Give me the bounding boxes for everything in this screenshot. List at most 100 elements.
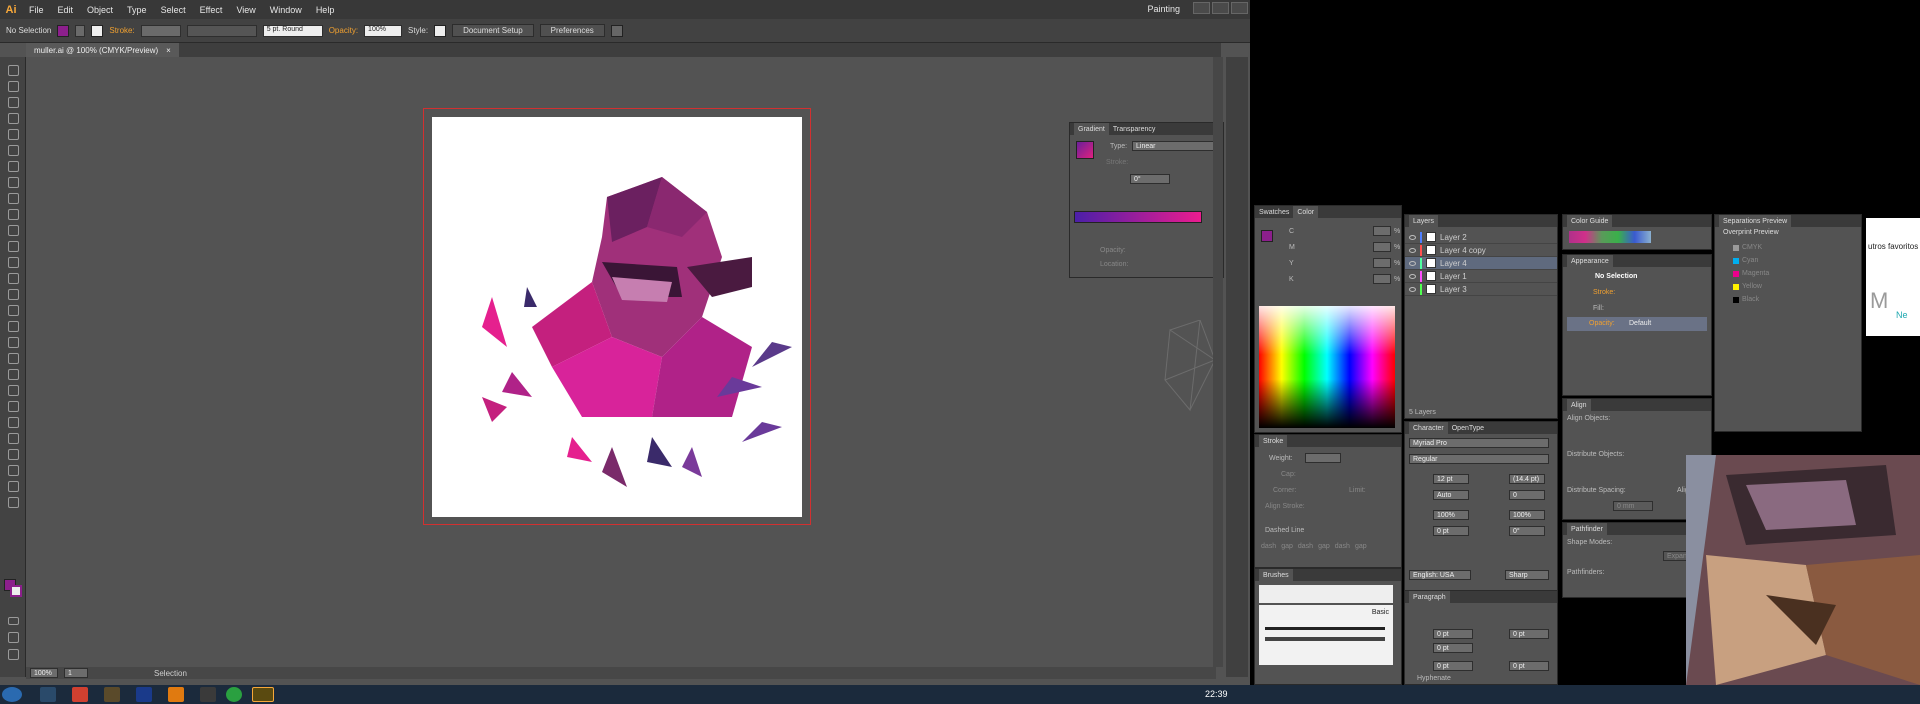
ink-row[interactable]: Black bbox=[1719, 293, 1857, 306]
ink-row[interactable]: Cyan bbox=[1719, 254, 1857, 267]
menu-help[interactable]: Help bbox=[309, 5, 342, 15]
workspace-switcher[interactable]: Painting bbox=[1147, 4, 1180, 14]
color-mode-icon[interactable] bbox=[8, 617, 19, 625]
menu-edit[interactable]: Edit bbox=[51, 5, 81, 15]
layer-row[interactable]: Layer 1 bbox=[1405, 270, 1557, 283]
lasso-tool-icon[interactable] bbox=[8, 113, 19, 124]
brushes-panel-title[interactable]: Brushes bbox=[1259, 569, 1293, 581]
restore-button[interactable] bbox=[1212, 2, 1229, 14]
style-swatch[interactable] bbox=[434, 24, 447, 37]
menu-window[interactable]: Window bbox=[263, 5, 309, 15]
tracking-field[interactable]: 0 bbox=[1509, 490, 1545, 500]
arrange-icon[interactable] bbox=[610, 24, 623, 37]
font-size-field[interactable]: 12 pt bbox=[1433, 474, 1469, 484]
space-before-field[interactable]: 0 pt bbox=[1433, 661, 1473, 671]
line-tool-icon[interactable] bbox=[8, 161, 19, 172]
color-fill-swatch[interactable] bbox=[1261, 230, 1273, 242]
fill-dropdown[interactable] bbox=[75, 24, 86, 37]
align-title[interactable]: Align bbox=[1567, 399, 1591, 411]
ink-row[interactable]: CMYK bbox=[1719, 241, 1857, 254]
scale-tool-icon[interactable] bbox=[8, 273, 19, 284]
blend-tool-icon[interactable] bbox=[8, 401, 19, 412]
document-tab[interactable]: muller.ai @ 100% (CMYK/Preview) × bbox=[26, 43, 179, 57]
stroke-label[interactable]: Stroke: bbox=[109, 26, 134, 35]
baseline-shift-field[interactable]: 0 pt bbox=[1433, 526, 1469, 536]
left-indent-field[interactable]: 0 pt bbox=[1433, 629, 1473, 639]
paintbrush-tool-icon[interactable] bbox=[8, 193, 19, 204]
zoom-tool-icon[interactable] bbox=[8, 497, 19, 508]
tab-character[interactable]: Character bbox=[1409, 422, 1448, 434]
type-tool-icon[interactable] bbox=[8, 145, 19, 156]
eye-icon[interactable] bbox=[1409, 260, 1416, 266]
stroke-color-icon[interactable] bbox=[10, 585, 22, 597]
close-tab-icon[interactable]: × bbox=[166, 46, 171, 55]
font-style-dropdown[interactable]: Regular bbox=[1409, 454, 1549, 464]
brush-presets[interactable] bbox=[1259, 585, 1393, 603]
pen-tool-icon[interactable] bbox=[8, 129, 19, 140]
app-icon[interactable] bbox=[104, 687, 120, 702]
pencil-tool-icon[interactable] bbox=[8, 209, 19, 220]
stroke-swatch[interactable] bbox=[91, 24, 104, 37]
hand-tool-icon[interactable] bbox=[8, 481, 19, 492]
kerning-field[interactable]: Auto bbox=[1433, 490, 1469, 500]
appearance-fill[interactable]: Fill: bbox=[1593, 305, 1604, 312]
free-transform-tool-icon[interactable] bbox=[8, 305, 19, 316]
layers-panel-title[interactable]: Layers bbox=[1409, 215, 1439, 227]
width-tool-icon[interactable] bbox=[8, 289, 19, 300]
eraser-tool-icon[interactable] bbox=[8, 241, 19, 252]
mesh-tool-icon[interactable] bbox=[8, 353, 19, 364]
zoom-field[interactable]: 100% bbox=[30, 668, 58, 678]
vertical-scale-field[interactable]: 100% bbox=[1433, 510, 1469, 520]
ink-row[interactable]: Yellow bbox=[1719, 280, 1857, 293]
appearance-title[interactable]: Appearance bbox=[1567, 255, 1613, 267]
hyphenate-checkbox[interactable]: Hyphenate bbox=[1417, 675, 1451, 682]
appearance-stroke[interactable]: Stroke: bbox=[1593, 289, 1615, 296]
pathfinder-title[interactable]: Pathfinder bbox=[1567, 523, 1607, 535]
dashed-line-label[interactable]: Dashed Line bbox=[1265, 527, 1304, 534]
tab-color[interactable]: Color bbox=[1293, 206, 1319, 218]
tab-gradient[interactable]: Gradient bbox=[1074, 123, 1109, 135]
app-icon[interactable] bbox=[200, 687, 216, 702]
eye-icon[interactable] bbox=[1409, 273, 1416, 279]
app-icon[interactable] bbox=[226, 687, 242, 702]
tab-opentype[interactable]: OpenType bbox=[1452, 425, 1484, 432]
layer-row[interactable]: Layer 4 copy bbox=[1405, 244, 1557, 257]
brush-strokes-list[interactable]: Basic bbox=[1259, 605, 1393, 665]
appearance-opacity-row[interactable]: Opacity: Default bbox=[1567, 317, 1707, 331]
perspective-grid-tool-icon[interactable] bbox=[8, 337, 19, 348]
harmony-swatches[interactable] bbox=[1569, 231, 1651, 243]
stroke-weight-field[interactable] bbox=[140, 24, 181, 37]
shape-builder-tool-icon[interactable] bbox=[8, 321, 19, 332]
m-value-field[interactable] bbox=[1373, 242, 1391, 252]
right-indent-field[interactable]: 0 pt bbox=[1509, 629, 1549, 639]
opacity-label[interactable]: Opacity: bbox=[329, 26, 358, 35]
gradient-slider[interactable] bbox=[1074, 211, 1202, 223]
c-value-field[interactable] bbox=[1373, 226, 1391, 236]
ink-row[interactable]: Magenta bbox=[1719, 267, 1857, 280]
photoshop-icon[interactable] bbox=[136, 687, 152, 702]
menu-object[interactable]: Object bbox=[80, 5, 120, 15]
magic-wand-tool-icon[interactable] bbox=[8, 97, 19, 108]
rectangle-tool-icon[interactable] bbox=[8, 177, 19, 188]
separations-title[interactable]: Separations Preview bbox=[1719, 215, 1792, 227]
screen-mode-icon[interactable] bbox=[8, 649, 19, 660]
font-family-dropdown[interactable]: Myriad Pro bbox=[1409, 438, 1549, 448]
menu-file[interactable]: File bbox=[22, 5, 51, 15]
layer-row[interactable]: Layer 4 bbox=[1405, 257, 1557, 270]
direct-selection-tool-icon[interactable] bbox=[8, 81, 19, 92]
close-button[interactable] bbox=[1231, 2, 1248, 14]
document-setup-button[interactable]: Document Setup bbox=[452, 24, 534, 37]
menu-select[interactable]: Select bbox=[154, 5, 193, 15]
tab-transparency[interactable]: Transparency bbox=[1113, 126, 1156, 133]
fill-swatch[interactable] bbox=[57, 24, 70, 37]
selection-tool-icon[interactable] bbox=[8, 65, 19, 76]
angle-field[interactable]: 0° bbox=[1130, 174, 1170, 184]
brush-dropdown[interactable]: 5 pt. Round bbox=[262, 24, 323, 37]
paragraph-panel-title[interactable]: Paragraph bbox=[1409, 591, 1450, 603]
space-after-field[interactable]: 0 pt bbox=[1509, 661, 1549, 671]
leading-field[interactable]: (14.4 pt) bbox=[1509, 474, 1545, 484]
menu-type[interactable]: Type bbox=[120, 5, 154, 15]
symbol-sprayer-tool-icon[interactable] bbox=[8, 417, 19, 428]
weight-field[interactable] bbox=[1305, 453, 1341, 463]
variable-width-dropdown[interactable] bbox=[186, 24, 257, 37]
